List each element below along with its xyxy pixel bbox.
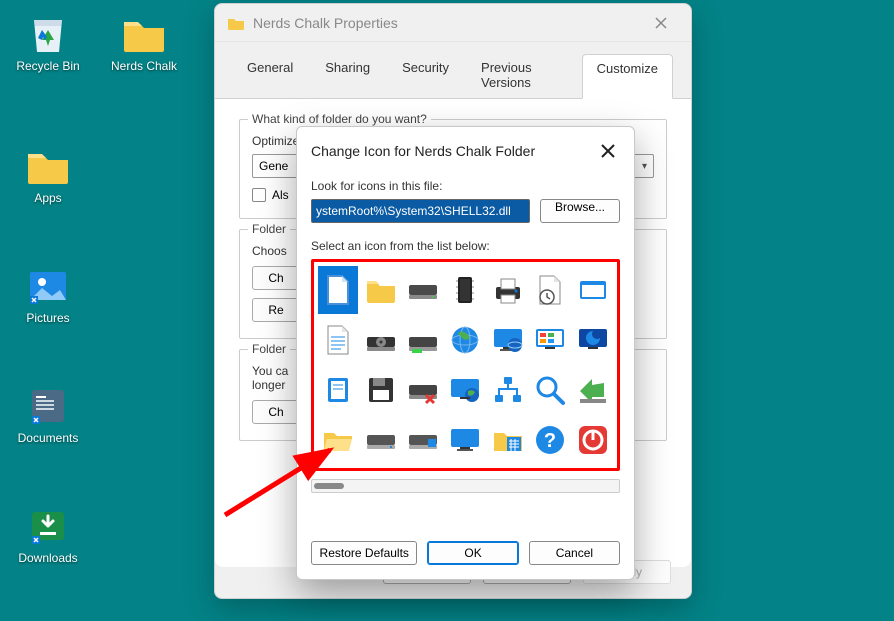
- screensaver-icon[interactable]: [573, 316, 613, 364]
- chip-icon[interactable]: [445, 266, 485, 314]
- group-legend: Folder: [248, 342, 290, 356]
- change-icon-button[interactable]: Ch: [252, 400, 300, 424]
- desktop-icon-label: Pictures: [26, 312, 69, 325]
- magnifier-icon[interactable]: [530, 366, 570, 414]
- group-legend: What kind of folder do you want?: [248, 112, 431, 126]
- desktop-icon-label: Downloads: [18, 552, 77, 565]
- desktop-icon-label: Apps: [34, 192, 61, 205]
- select-icon-label: Select an icon from the list below:: [311, 239, 620, 253]
- power-icon[interactable]: [573, 416, 613, 464]
- calendar-folder-icon[interactable]: [488, 416, 528, 464]
- select-value: Gene: [259, 159, 288, 173]
- blank-file-icon[interactable]: [318, 266, 358, 314]
- group-legend: Folder: [248, 222, 290, 236]
- icon-path-input[interactable]: ystemRoot%\System32\SHELL32.dll: [311, 199, 530, 223]
- desktop-icon-nerds-chalk[interactable]: Nerds Chalk: [104, 10, 184, 73]
- green-arrow-icon[interactable]: [573, 366, 613, 414]
- dialog-title: Change Icon for Nerds Chalk Folder: [311, 143, 596, 159]
- network-monitor-icon[interactable]: [445, 366, 485, 414]
- restore-default-button[interactable]: Re: [252, 298, 300, 322]
- tab-customize[interactable]: Customize: [582, 54, 673, 99]
- icon-list: ?: [311, 259, 620, 471]
- restore-defaults-button[interactable]: Restore Defaults: [311, 541, 417, 565]
- dvd-drive-icon[interactable]: [360, 316, 400, 364]
- blue-monitor-icon[interactable]: [445, 416, 485, 464]
- desktop-icon-label: Recycle Bin: [16, 60, 79, 73]
- folder-icon: [120, 10, 168, 58]
- ok-button[interactable]: OK: [427, 541, 518, 565]
- blue-doc-icon[interactable]: [318, 366, 358, 414]
- folder-icon: [24, 142, 72, 190]
- look-for-label: Look for icons in this file:: [311, 179, 620, 193]
- schedule-file-icon[interactable]: [530, 266, 570, 314]
- chevron-down-icon: ▾: [642, 161, 647, 172]
- svg-text:?: ?: [544, 430, 556, 452]
- folder-icon: [227, 14, 245, 32]
- help-icon[interactable]: ?: [530, 416, 570, 464]
- desktop-icon-label: Documents: [18, 432, 79, 445]
- drive2-icon[interactable]: [360, 416, 400, 464]
- tab-sharing[interactable]: Sharing: [311, 54, 384, 98]
- folder-open-icon[interactable]: [318, 416, 358, 464]
- printer-icon[interactable]: [488, 266, 528, 314]
- choose-file-button[interactable]: Ch: [252, 266, 300, 290]
- window-icon[interactable]: [573, 266, 613, 314]
- pictures-icon: [24, 262, 72, 310]
- tab-previous-versions[interactable]: Previous Versions: [467, 54, 578, 98]
- checkbox-box: [252, 188, 266, 202]
- monitor-globe-icon[interactable]: [488, 316, 528, 364]
- change-icon-dialog: Change Icon for Nerds Chalk Folder Look …: [296, 126, 635, 580]
- titlebar: Nerds Chalk Properties: [215, 4, 691, 42]
- drive-blue-icon[interactable]: [403, 416, 443, 464]
- network-icon[interactable]: [488, 366, 528, 414]
- drive-green-icon[interactable]: [403, 316, 443, 364]
- scrollbar-thumb[interactable]: [314, 483, 344, 489]
- documents-icon: [24, 382, 72, 430]
- downloads-icon: [24, 502, 72, 550]
- checkbox-label: Als: [272, 188, 289, 202]
- icon-list-scrollbar[interactable]: [311, 479, 620, 493]
- folder-icon[interactable]: [360, 266, 400, 314]
- desktop-icon-downloads[interactable]: Downloads: [8, 502, 88, 565]
- browse-button[interactable]: Browse...: [540, 199, 620, 223]
- globe-icon[interactable]: [445, 316, 485, 364]
- tab-general[interactable]: General: [233, 54, 307, 98]
- close-button[interactable]: [596, 139, 620, 163]
- window-title: Nerds Chalk Properties: [253, 15, 643, 31]
- tabs: General Sharing Security Previous Versio…: [215, 42, 691, 99]
- text-file-icon[interactable]: [318, 316, 358, 364]
- drive-x-icon[interactable]: [403, 366, 443, 414]
- desktop-icon-apps[interactable]: Apps: [8, 142, 88, 205]
- drive-icon[interactable]: [403, 266, 443, 314]
- cancel-button[interactable]: Cancel: [529, 541, 620, 565]
- desktop-icon-recycle-bin[interactable]: Recycle Bin: [8, 10, 88, 73]
- floppy-icon[interactable]: [360, 366, 400, 414]
- desktop-icon-documents[interactable]: Documents: [8, 382, 88, 445]
- tab-security[interactable]: Security: [388, 54, 463, 98]
- close-button[interactable]: [643, 9, 679, 37]
- recycle-bin-icon: [24, 10, 72, 58]
- settings-monitor-icon[interactable]: [530, 316, 570, 364]
- desktop-icon-pictures[interactable]: Pictures: [8, 262, 88, 325]
- desktop-icon-label: Nerds Chalk: [111, 60, 177, 73]
